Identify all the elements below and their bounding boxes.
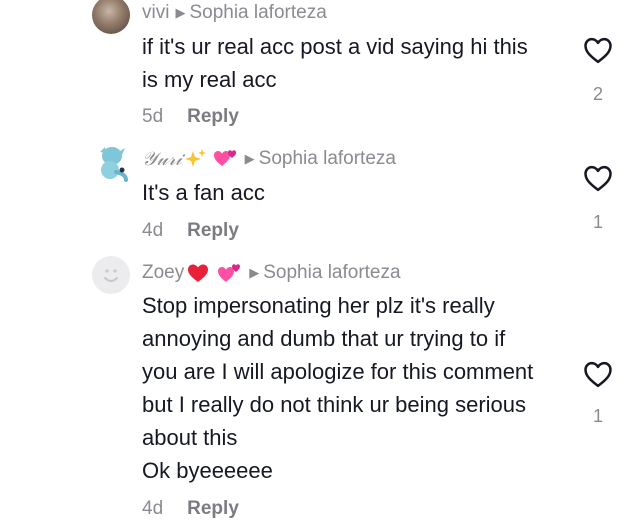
comment-meta: vivi ▶ Sophia laforteza: [142, 2, 327, 24]
default-avatar-icon: [93, 257, 129, 293]
comment-meta: Zoey ▶ Sophia laforteza: [142, 262, 401, 284]
comment-footer: 4d Reply: [142, 498, 239, 520]
username[interactable]: 𝒴𝓊𝓇𝒾: [142, 148, 182, 170]
like-button[interactable]: [578, 164, 618, 192]
avatar[interactable]: [92, 256, 130, 294]
reply-button[interactable]: Reply: [187, 106, 239, 128]
reply-button[interactable]: Reply: [187, 498, 239, 520]
comment-text-line: but I really do not think ur being serio…: [142, 392, 527, 417]
like-count: 2: [592, 84, 603, 104]
comment-text-line: Ok byeeeeee: [142, 458, 273, 483]
comment-footer: 4d Reply: [142, 220, 239, 242]
heart-outline-icon: [584, 361, 612, 388]
sparkles-icon: [184, 149, 207, 169]
comment-age: 5d: [142, 106, 164, 127]
avatar[interactable]: [92, 142, 130, 182]
heart-outline-icon: [584, 165, 612, 192]
red-heart-icon: [187, 263, 209, 283]
comment-meta: 𝒴𝓊𝓇𝒾 ▶ Sophia laforteza: [142, 148, 396, 170]
comment-text-line: annoying and dumb that ur trying to if: [142, 326, 506, 351]
comment-text-line: about this: [142, 425, 238, 450]
reply-to-name[interactable]: Sophia laforteza: [259, 148, 396, 170]
username[interactable]: Zoey: [142, 262, 184, 284]
heart-outline-icon: [584, 37, 612, 64]
like-count: 1: [592, 406, 603, 426]
caret-right-icon: ▶: [249, 265, 260, 280]
avatar[interactable]: [92, 0, 130, 34]
comment-text: It's a fan acc: [142, 176, 582, 209]
comment-text-line: if it's ur real acc post a vid saying hi…: [142, 34, 528, 59]
two-hearts-icon: [217, 262, 243, 284]
like-count: 1: [592, 212, 603, 232]
username[interactable]: vivi: [142, 2, 169, 24]
caret-right-icon: ▶: [244, 151, 255, 166]
comment-text-line: is my real acc: [142, 67, 277, 92]
avatar-figure: [100, 147, 128, 182]
comment-text-line: It's a fan acc: [142, 180, 265, 205]
comment-text-line: Stop impersonating her plz it's really: [142, 293, 495, 318]
like-button[interactable]: [578, 36, 618, 64]
reply-to-name[interactable]: Sophia laforteza: [189, 2, 326, 24]
comment-age: 4d: [142, 220, 164, 241]
reply-to-name[interactable]: Sophia laforteza: [263, 262, 400, 284]
comment-footer: 5d Reply: [142, 106, 239, 128]
comment-age: 4d: [142, 498, 164, 519]
comment-text: Stop impersonating her plz it's really a…: [142, 289, 582, 487]
like-button[interactable]: [578, 360, 618, 388]
reply-button[interactable]: Reply: [187, 220, 239, 242]
caret-right-icon: ▶: [175, 5, 186, 20]
comment-text-line: you are I will apologize for this commen…: [142, 359, 534, 384]
two-hearts-icon: [213, 148, 239, 170]
comment-text: if it's ur real acc post a vid saying hi…: [142, 30, 582, 96]
